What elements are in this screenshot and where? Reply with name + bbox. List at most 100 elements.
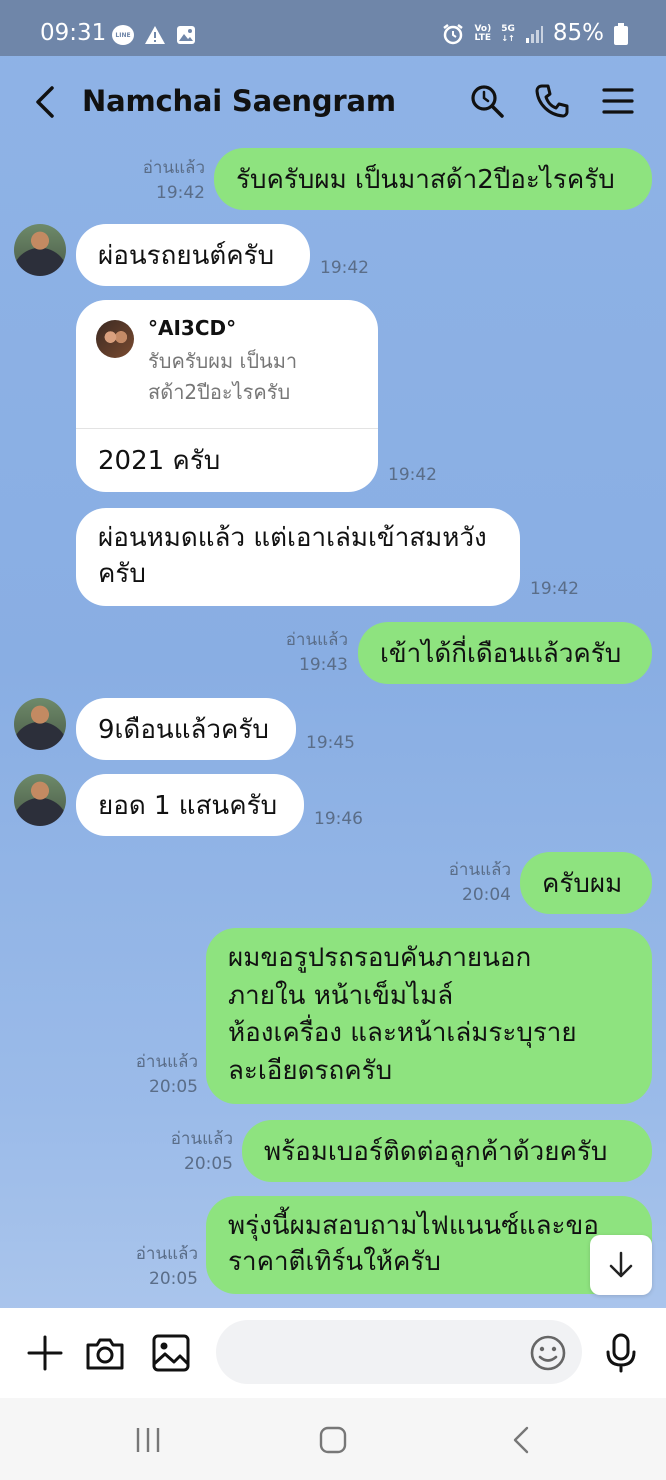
message-time: 20:05 bbox=[149, 1269, 198, 1289]
reply-divider bbox=[76, 428, 378, 429]
search-icon bbox=[471, 85, 504, 118]
message-text: ยอด 1 แสนครับ bbox=[98, 791, 278, 821]
message-meta: อ่านแล้ว 20:04 bbox=[425, 858, 511, 908]
search-button[interactable] bbox=[466, 80, 508, 122]
message-bubble[interactable]: ครับผม bbox=[520, 852, 652, 914]
message-text-line: ภายใน หน้าเข็มไมล์ bbox=[228, 980, 454, 1011]
message-meta: อ่านแล้ว 20:05 bbox=[112, 1242, 198, 1292]
message-bubble[interactable]: ผ่อนหมดแล้ว แต่เอาเล่มเข้าสมหวัง ครับ bbox=[76, 508, 520, 606]
voice-button[interactable] bbox=[600, 1332, 642, 1374]
message-meta: อ่านแล้ว 19:43 bbox=[262, 628, 348, 678]
message-text: 2021 ครับ bbox=[98, 446, 221, 476]
message-text: 9เดือนแล้วครับ bbox=[98, 715, 269, 745]
message-time: 19:42 bbox=[530, 579, 579, 599]
contact-avatar[interactable] bbox=[14, 224, 66, 276]
chat-title: Namchai Saengram bbox=[82, 84, 396, 118]
volte-icon: Vo) LTE bbox=[474, 23, 492, 43]
emoji-icon bbox=[530, 1335, 566, 1371]
message-time: 20:05 bbox=[149, 1077, 198, 1097]
nav-back-button[interactable] bbox=[501, 1420, 541, 1460]
read-receipt: อ่านแล้ว bbox=[135, 1244, 198, 1264]
message-input-bar bbox=[0, 1308, 666, 1398]
message-text-line: ครับ bbox=[98, 559, 146, 589]
read-receipt: อ่านแล้ว bbox=[285, 630, 348, 650]
message-bubble[interactable]: ผ่อนรถยนต์ครับ bbox=[76, 224, 310, 286]
gallery-notification-icon bbox=[177, 26, 195, 44]
chat-header: Namchai Saengram bbox=[0, 56, 666, 148]
arrow-down-icon bbox=[609, 1251, 633, 1278]
system-status: Vo) LTE 5G ↓↑ 85% bbox=[442, 22, 628, 45]
gallery-button[interactable] bbox=[150, 1332, 192, 1374]
message-meta: อ่านแล้ว 20:05 bbox=[147, 1127, 233, 1177]
message-bubble[interactable]: ยอด 1 แสนครับ bbox=[76, 774, 304, 836]
home-icon bbox=[319, 1426, 347, 1454]
quoted-user-avatar bbox=[96, 320, 134, 358]
battery-icon bbox=[614, 22, 628, 45]
network-type: 5G ↓↑ bbox=[501, 23, 515, 43]
message-text-line: พรุ่งนี้ผมสอบถามไฟแนนซ์และขอ bbox=[228, 1211, 599, 1241]
system-navigation-bar bbox=[0, 1398, 666, 1480]
image-icon bbox=[152, 1334, 190, 1372]
contact-avatar[interactable] bbox=[14, 698, 66, 750]
message-text: ครับผม bbox=[542, 869, 623, 899]
home-button[interactable] bbox=[313, 1420, 353, 1460]
phone-icon bbox=[535, 84, 569, 118]
plus-icon bbox=[27, 1335, 63, 1371]
back-button[interactable] bbox=[28, 82, 64, 122]
read-receipt: อ่านแล้ว bbox=[448, 860, 511, 880]
message-bubble[interactable]: 9เดือนแล้วครับ bbox=[76, 698, 296, 760]
message-time: 19:42 bbox=[156, 183, 205, 203]
read-receipt: อ่านแล้ว bbox=[142, 158, 205, 178]
message-bubble[interactable]: เข้าได้กี่เดือนแล้วครับ bbox=[358, 622, 652, 684]
emoji-button[interactable] bbox=[528, 1333, 568, 1373]
line-notification-icon: LINE bbox=[112, 25, 134, 45]
message-bubble[interactable]: ผมขอรูปรถรอบคันภายนอก ภายใน หน้าเข็มไมล์… bbox=[206, 928, 652, 1104]
message-time: 20:04 bbox=[462, 885, 511, 905]
menu-icon bbox=[602, 88, 634, 114]
camera-button[interactable] bbox=[84, 1332, 126, 1374]
message-text-line: ผมขอรูปรถรอบคันภายนอก bbox=[228, 943, 532, 973]
microphone-icon bbox=[606, 1333, 636, 1373]
message-time: 20:05 bbox=[184, 1154, 233, 1174]
back-icon bbox=[513, 1426, 529, 1454]
notification-icons: LINE bbox=[112, 25, 196, 45]
message-bubble[interactable]: พรุ่งนี้ผมสอบถามไฟแนนซ์และขอ ราคาตีเทิร์… bbox=[206, 1196, 652, 1294]
quoted-message-text: รับครับผม เป็นมาสด้า2ปีอะไรครับ bbox=[148, 349, 298, 404]
recents-button[interactable] bbox=[128, 1420, 168, 1460]
camera-icon bbox=[86, 1338, 124, 1370]
message-time: 19:46 bbox=[314, 809, 363, 829]
reply-message-card[interactable]: °AI3CD° รับครับผม เป็นมาสด้า2ปีอะไรครับ … bbox=[76, 300, 378, 492]
read-receipt: อ่านแล้ว bbox=[170, 1129, 233, 1149]
battery-percent: 85% bbox=[552, 20, 604, 46]
recents-icon bbox=[136, 1428, 160, 1452]
message-meta: อ่านแล้ว 20:05 bbox=[112, 1050, 198, 1100]
message-text: เข้าได้กี่เดือนแล้วครับ bbox=[380, 639, 622, 669]
message-bubble[interactable]: พร้อมเบอร์ติดต่อลูกค้าด้วยครับ bbox=[242, 1120, 652, 1182]
message-time: 19:45 bbox=[306, 733, 355, 753]
add-button[interactable] bbox=[24, 1332, 66, 1374]
alarm-icon bbox=[443, 23, 464, 44]
status-bar: 09:31 LINE Vo) LTE 5G ↓↑ 85% bbox=[0, 0, 666, 56]
status-time: 09:31 bbox=[40, 20, 107, 46]
read-receipt: อ่านแล้ว bbox=[135, 1052, 198, 1072]
back-arrow-icon bbox=[36, 86, 54, 118]
message-text: รับครับผม เป็นมาสด้า2ปีอะไรครับ bbox=[236, 165, 615, 195]
message-text-line: ราคาตีเทิร์นให้ครับ bbox=[228, 1247, 441, 1277]
quoted-user-name: °AI3CD° bbox=[148, 316, 237, 340]
contact-avatar[interactable] bbox=[14, 774, 66, 826]
call-button[interactable] bbox=[531, 80, 573, 122]
message-time: 19:43 bbox=[299, 655, 348, 675]
message-text-line: ละเอียดรถครับ bbox=[228, 1055, 393, 1086]
message-bubble[interactable]: รับครับผม เป็นมาสด้า2ปีอะไรครับ bbox=[214, 148, 652, 210]
scroll-to-bottom-button[interactable] bbox=[590, 1235, 652, 1295]
signal-icon bbox=[525, 25, 543, 43]
message-text-line: ผ่อนหมดแล้ว แต่เอาเล่มเข้าสมหวัง bbox=[98, 523, 487, 553]
menu-button[interactable] bbox=[597, 80, 639, 122]
message-meta: อ่านแล้ว 19:42 bbox=[120, 156, 205, 206]
message-time: 19:42 bbox=[388, 465, 437, 485]
message-text: พร้อมเบอร์ติดต่อลูกค้าด้วยครับ bbox=[264, 1137, 608, 1167]
warning-icon bbox=[145, 26, 165, 44]
message-text: ผ่อนรถยนต์ครับ bbox=[98, 241, 275, 271]
message-text-line: ห้องเครื่อง และหน้าเล่มระบุราย bbox=[228, 1018, 577, 1048]
message-time: 19:42 bbox=[320, 258, 369, 278]
